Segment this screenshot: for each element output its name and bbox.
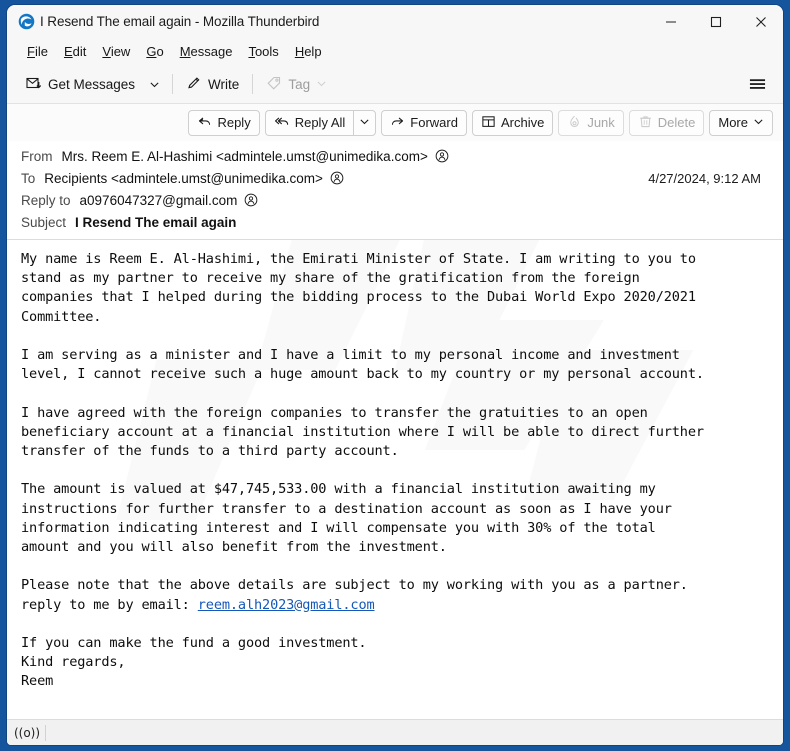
chevron-down-icon — [359, 115, 370, 130]
add-contact-circle-icon[interactable] — [330, 171, 344, 185]
reply-to-value[interactable]: a0976047327@gmail.com — [80, 193, 238, 208]
junk-label: Junk — [587, 115, 615, 130]
header-row-reply-to: Reply to a0976047327@gmail.com — [7, 189, 783, 211]
reply-all-group: Reply All — [264, 109, 377, 136]
body-paragraph-4: The amount is valued at $47,745,533.00 w… — [21, 481, 672, 556]
write-label: Write — [208, 76, 240, 92]
reply-all-dropdown[interactable] — [353, 109, 377, 136]
delete-button[interactable]: Delete — [628, 109, 705, 136]
tag-button[interactable]: Tag — [259, 70, 334, 98]
to-label: To — [21, 170, 36, 186]
message-body: My name is Reem E. Al-Hashimi, the Emira… — [7, 240, 783, 719]
get-messages-dropdown[interactable] — [142, 70, 166, 98]
archive-label: Archive — [500, 115, 545, 130]
email-body-text: My name is Reem E. Al-Hashimi, the Emira… — [21, 250, 769, 692]
write-button[interactable]: Write — [179, 70, 246, 98]
thunderbird-window: I Resend The email again - Mozilla Thund… — [7, 5, 783, 745]
chevron-down-icon — [753, 115, 764, 130]
envelope-download-icon — [26, 75, 42, 94]
menu-go[interactable]: Go — [138, 41, 171, 62]
archive-box-icon — [481, 114, 496, 132]
from-value[interactable]: Mrs. Reem E. Al-Hashimi <admintele.umst@… — [62, 149, 428, 164]
reply-label: Reply — [217, 115, 251, 130]
message-action-bar: Reply Reply All Forward Archive Junk Del… — [7, 104, 783, 141]
more-button[interactable]: More — [709, 109, 773, 136]
network-online-icon[interactable]: ((o)) — [14, 724, 40, 742]
reply-all-arrow-icon — [274, 114, 290, 132]
title-bar: I Resend The email again - Mozilla Thund… — [7, 5, 783, 38]
status-divider — [45, 724, 46, 741]
add-contact-circle-icon[interactable] — [244, 193, 258, 207]
tag-label: Tag — [288, 76, 311, 92]
get-messages-label: Get Messages — [48, 76, 136, 92]
forward-label: Forward — [410, 115, 458, 130]
toolbar-separator-2 — [252, 74, 254, 94]
desktop-background: I Resend The email again - Mozilla Thund… — [0, 0, 790, 751]
window-title: I Resend The email again - Mozilla Thund… — [40, 14, 320, 29]
body-paragraph-2: I am serving as a minister and I have a … — [21, 347, 704, 383]
body-paragraph-1: My name is Reem E. Al-Hashimi, the Emira… — [21, 251, 696, 325]
subject-label: Subject — [21, 214, 67, 230]
tag-chevron-down-icon — [316, 77, 327, 92]
junk-button[interactable]: Junk — [558, 109, 624, 136]
tag-icon — [266, 75, 282, 94]
trash-can-icon — [638, 114, 653, 132]
reply-all-button[interactable]: Reply All — [264, 109, 354, 136]
forward-button[interactable]: Forward — [381, 109, 467, 136]
menu-edit[interactable]: Edit — [56, 41, 94, 62]
forward-arrow-icon — [390, 114, 405, 132]
menu-message[interactable]: Message — [172, 41, 241, 62]
toolbar-separator-1 — [172, 74, 174, 94]
more-label: More — [718, 115, 748, 130]
header-row-from: From Mrs. Reem E. Al-Hashimi <admintele.… — [7, 145, 783, 167]
maximize-button[interactable] — [693, 5, 738, 38]
header-row-subject: Subject I Resend The email again — [7, 211, 783, 233]
reply-arrow-icon — [197, 114, 212, 132]
window-controls — [648, 5, 783, 38]
reply-to-label: Reply to — [21, 192, 71, 208]
get-messages-button[interactable]: Get Messages — [19, 70, 142, 98]
menu-file[interactable]: File — [19, 41, 56, 62]
reply-email-link[interactable]: reem.alh2023@gmail.com — [198, 597, 375, 613]
subject-value: I Resend The email again — [75, 214, 237, 230]
status-bar: ((o)) — [7, 719, 783, 745]
minimize-button[interactable] — [648, 5, 693, 38]
junk-flame-icon — [567, 114, 582, 132]
pencil-icon — [186, 75, 202, 94]
message-header: From Mrs. Reem E. Al-Hashimi <admintele.… — [7, 141, 783, 240]
from-label: From — [21, 148, 53, 164]
body-paragraph-3: I have agreed with the foreign companies… — [21, 404, 704, 460]
to-value[interactable]: Recipients <admintele.umst@unimedika.com… — [44, 171, 323, 186]
message-date: 4/27/2024, 9:12 AM — [648, 170, 761, 186]
main-toolbar: Get Messages Write Tag — [7, 65, 783, 104]
body-paragraph-6: If you can make the fund a good investme… — [21, 635, 367, 690]
reply-button[interactable]: Reply — [188, 109, 260, 136]
close-button[interactable] — [738, 5, 783, 38]
app-menu-hamburger-icon[interactable] — [743, 70, 771, 98]
add-contact-circle-icon[interactable] — [435, 149, 449, 163]
menu-tools[interactable]: Tools — [240, 41, 286, 62]
header-row-to: To Recipients <admintele.umst@unimedika.… — [7, 167, 783, 189]
archive-button[interactable]: Archive — [471, 109, 554, 136]
menu-bar: File Edit View Go Message Tools Help — [7, 38, 783, 65]
thunderbird-logo-icon — [17, 13, 35, 31]
menu-view[interactable]: View — [94, 41, 138, 62]
reply-all-label: Reply All — [294, 115, 346, 130]
delete-label: Delete — [657, 115, 696, 130]
menu-help[interactable]: Help — [287, 41, 330, 62]
